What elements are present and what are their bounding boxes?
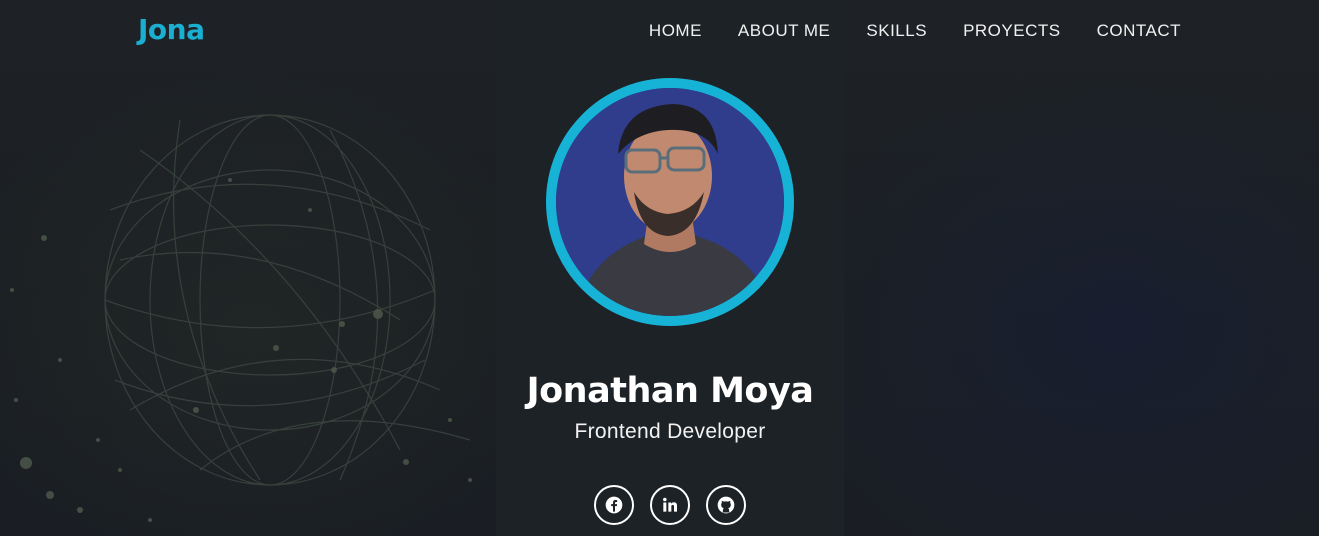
social-links [594,485,746,525]
facebook-icon [605,496,623,514]
profile-role: Frontend Developer [574,420,766,443]
site-logo[interactable]: Jona [138,13,205,46]
nav-skills-link[interactable]: SKILLS [866,21,927,41]
nav-about-link[interactable]: ABOUT ME [738,21,830,41]
nav-contact-link[interactable]: CONTACT [1097,21,1181,41]
main-nav: HOME ABOUT ME SKILLS PROYECTS CONTACT [649,21,1181,41]
avatar-ring [546,78,794,326]
profile-photo [556,88,784,316]
github-button[interactable] [706,485,746,525]
nav-projects-link[interactable]: PROYECTS [963,21,1061,41]
nav-home-link[interactable]: HOME [649,21,702,41]
linkedin-icon [663,497,677,512]
profile-name: Jonathan Moya [526,371,814,411]
globe-network-background [10,114,472,522]
facebook-button[interactable] [594,485,634,525]
linkedin-button[interactable] [650,485,690,525]
page: Jona HOME ABOUT ME SKILLS PROYECTS CONTA… [0,0,1319,536]
github-icon [717,496,735,514]
